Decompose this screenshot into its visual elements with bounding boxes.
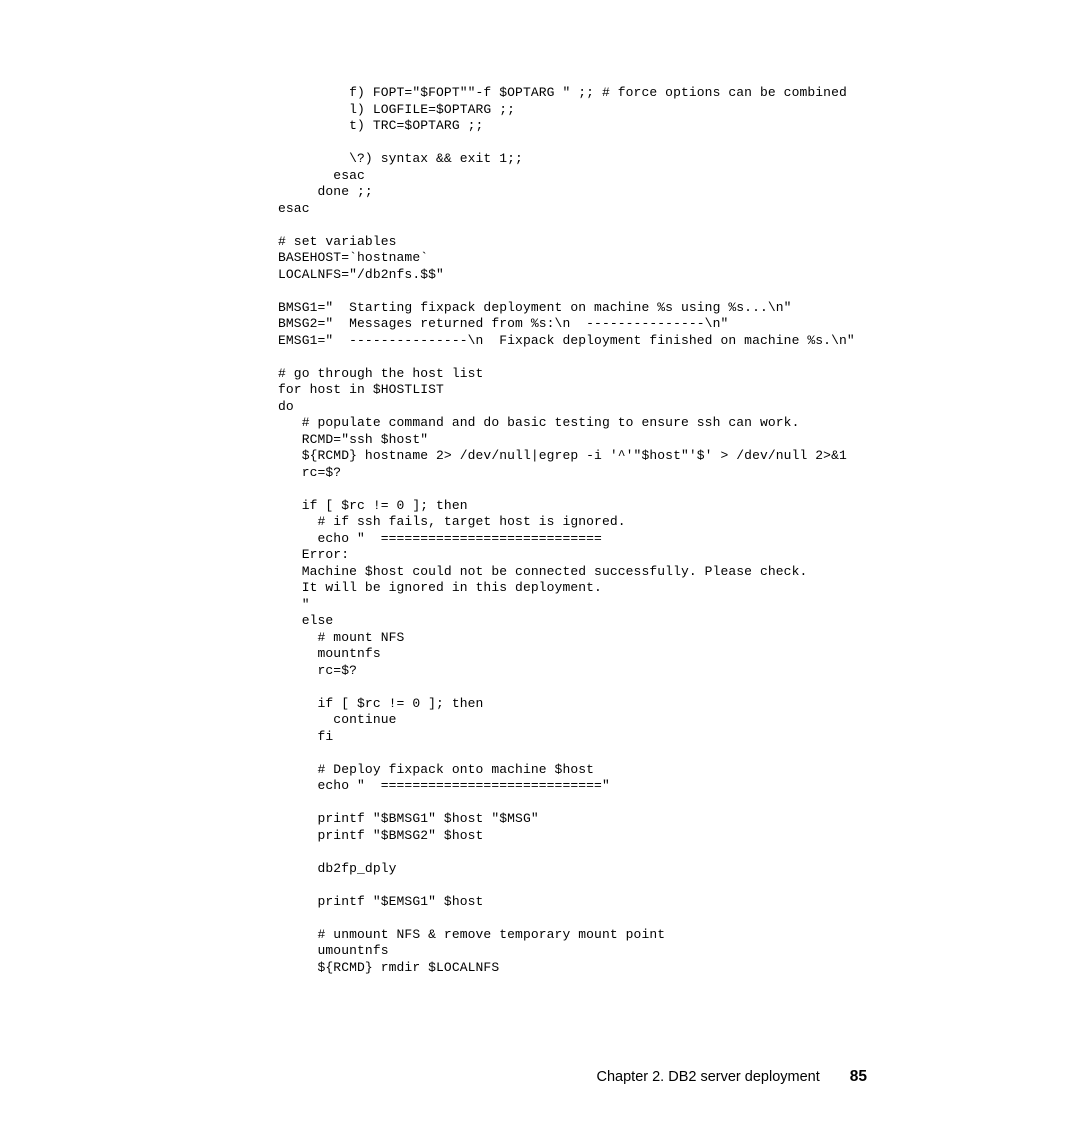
- code-line: It will be ignored in this deployment.: [278, 580, 602, 595]
- code-line: esac: [278, 201, 310, 216]
- code-line: db2fp_dply: [278, 861, 397, 876]
- footer-chapter-text: Chapter 2. DB2 server deployment: [597, 1069, 820, 1085]
- code-line: EMSG1=" ---------------\n Fixpack deploy…: [278, 333, 855, 348]
- code-line: ${RCMD} hostname 2> /dev/null|egrep -i '…: [278, 448, 847, 463]
- code-line: printf "$EMSG1" $host: [278, 894, 483, 909]
- code-block: f) FOPT="$FOPT""-f $OPTARG " ;; # force …: [278, 85, 980, 976]
- code-line: do: [278, 399, 294, 414]
- code-line: echo " ============================": [278, 778, 610, 793]
- code-line: ${RCMD} rmdir $LOCALNFS: [278, 960, 499, 975]
- code-line: # unmount NFS & remove temporary mount p…: [278, 927, 665, 942]
- code-line: echo " ============================: [278, 531, 602, 546]
- code-line: # Deploy fixpack onto machine $host: [278, 762, 594, 777]
- page-footer: Chapter 2. DB2 server deployment 85: [597, 1068, 868, 1086]
- code-line: Error:: [278, 547, 349, 562]
- code-line: RCMD="ssh $host": [278, 432, 428, 447]
- code-line: esac: [278, 168, 365, 183]
- code-line: # if ssh fails, target host is ignored.: [278, 514, 626, 529]
- code-line: # go through the host list: [278, 366, 483, 381]
- code-line: continue: [278, 712, 397, 727]
- code-line: Machine $host could not be connected suc…: [278, 564, 807, 579]
- code-line: if [ $rc != 0 ]; then: [278, 696, 483, 711]
- code-line: BMSG1=" Starting fixpack deployment on m…: [278, 300, 792, 315]
- code-line: BMSG2=" Messages returned from %s:\n ---…: [278, 316, 728, 331]
- code-line: # mount NFS: [278, 630, 404, 645]
- code-line: if [ $rc != 0 ]; then: [278, 498, 468, 513]
- code-line: printf "$BMSG2" $host: [278, 828, 483, 843]
- code-line: rc=$?: [278, 663, 357, 678]
- code-line: umountnfs: [278, 943, 389, 958]
- code-line: printf "$BMSG1" $host "$MSG": [278, 811, 539, 826]
- code-line: mountnfs: [278, 646, 381, 661]
- code-line: else: [278, 613, 333, 628]
- code-line: BASEHOST=`hostname`: [278, 250, 428, 265]
- code-line: # set variables: [278, 234, 397, 249]
- page-content: f) FOPT="$FOPT""-f $OPTARG " ;; # force …: [0, 0, 1080, 976]
- code-line: ": [278, 597, 310, 612]
- code-line: l) LOGFILE=$OPTARG ;;: [278, 102, 515, 117]
- code-line: f) FOPT="$FOPT""-f $OPTARG " ;; # force …: [278, 85, 847, 100]
- code-line: done ;;: [278, 184, 373, 199]
- code-line: LOCALNFS="/db2nfs.$$": [278, 267, 444, 282]
- code-line: for host in $HOSTLIST: [278, 382, 444, 397]
- code-line: t) TRC=$OPTARG ;;: [278, 118, 483, 133]
- footer-page-number: 85: [850, 1068, 867, 1086]
- code-line: # populate command and do basic testing …: [278, 415, 799, 430]
- code-line: \?) syntax && exit 1;;: [278, 151, 523, 166]
- code-line: rc=$?: [278, 465, 341, 480]
- code-line: fi: [278, 729, 333, 744]
